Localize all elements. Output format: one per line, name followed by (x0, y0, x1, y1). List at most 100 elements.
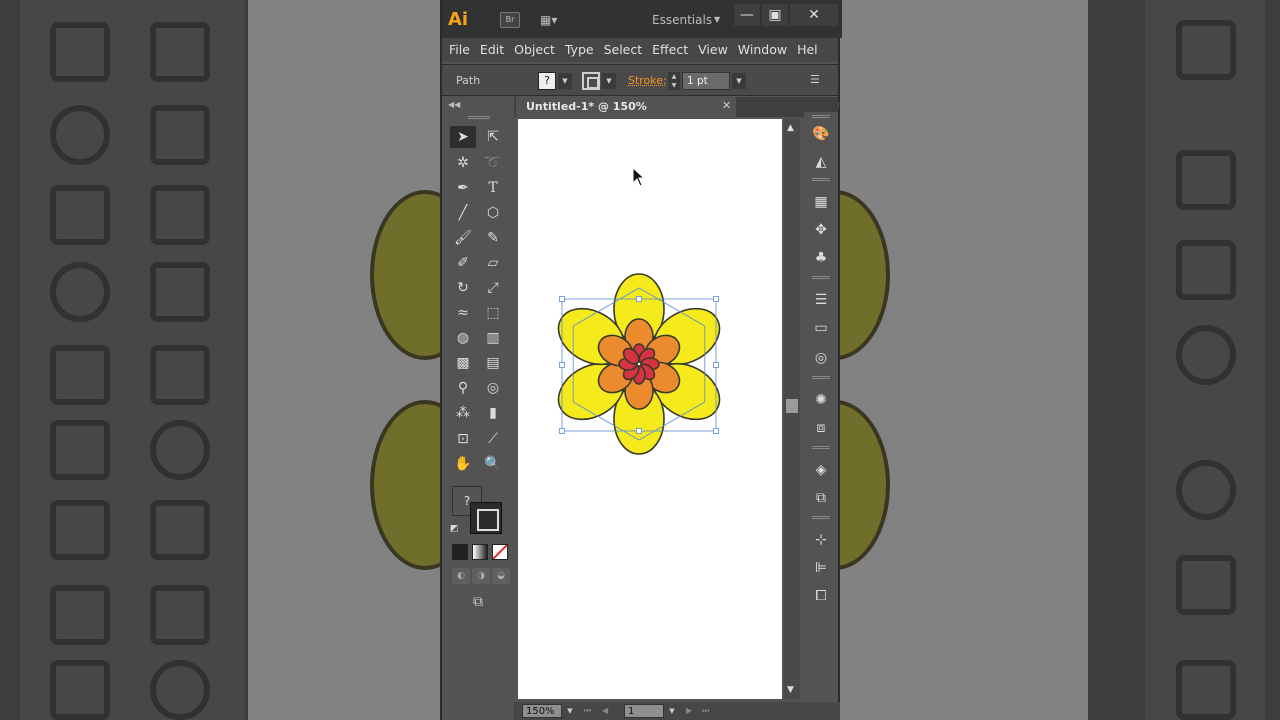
stroke-weight-field[interactable]: 1 pt (682, 72, 730, 90)
stroke-weight-dropdown-icon[interactable]: ▼ (732, 73, 746, 89)
resize-handle[interactable] (713, 428, 719, 434)
menu-object[interactable]: Object (509, 38, 560, 62)
menu-view[interactable]: View (693, 38, 733, 62)
panel-menu-icon[interactable]: ☰ (810, 73, 826, 89)
vertical-scrollbar[interactable]: ▲ ▼ (784, 119, 800, 699)
scroll-thumb[interactable] (786, 399, 798, 413)
magic-wand-tool-icon[interactable]: ✲ (450, 152, 476, 174)
draw-behind-icon[interactable]: ◑ (472, 568, 490, 584)
gradient-tool-icon[interactable]: ▤ (480, 352, 506, 374)
artboard-dropdown-icon[interactable]: ▼ (666, 704, 678, 718)
transparency-panel-icon[interactable]: ◎ (810, 348, 832, 368)
resize-handle[interactable] (636, 296, 642, 302)
artboard[interactable] (518, 119, 782, 699)
menu-window[interactable]: Window (733, 38, 792, 62)
arrange-documents-icon[interactable]: ▦▾ (540, 12, 568, 28)
shape-builder-tool-icon[interactable]: ◍ (450, 327, 476, 349)
line-tool-icon[interactable]: ╱ (450, 202, 476, 224)
flower-artwork[interactable] (518, 119, 782, 699)
blob-brush-tool-icon[interactable]: ✐ (450, 252, 476, 274)
stroke-dropdown-icon[interactable]: ▼ (602, 73, 616, 89)
resize-handle[interactable] (559, 428, 565, 434)
draw-normal-icon[interactable]: ◐ (452, 568, 470, 584)
color-panel-icon[interactable]: 🎨 (810, 124, 832, 144)
graphic-styles-icon[interactable]: ⧈ (810, 418, 832, 438)
panel-grip[interactable] (812, 376, 830, 379)
panel-grip[interactable] (812, 276, 830, 279)
pen-tool-icon[interactable]: ✒ (450, 177, 476, 199)
stroke-weight-stepper[interactable]: ▲ ▼ (668, 72, 680, 90)
scroll-up-icon[interactable]: ▲ (787, 123, 794, 133)
panel-grip[interactable] (812, 178, 830, 181)
gradient-panel-icon[interactable]: ▭ (810, 318, 832, 338)
paintbrush-tool-icon[interactable]: 🖌 (450, 227, 476, 249)
mesh-tool-icon[interactable]: ▩ (450, 352, 476, 374)
next-artboard-icon[interactable]: ▶ (686, 704, 692, 718)
transform-panel-icon[interactable]: ⊹ (810, 530, 832, 550)
default-colors-icon[interactable]: ◩ (450, 524, 462, 536)
zoom-dropdown-icon[interactable]: ▼ (564, 704, 576, 718)
close-button[interactable]: ✕ (790, 4, 838, 26)
menu-file[interactable]: File (442, 38, 475, 62)
last-artboard-icon[interactable]: ⏭ (702, 704, 709, 718)
artboard-tool-icon[interactable]: ⊡ (450, 428, 476, 450)
swatches-panel-icon[interactable]: ▦ (810, 192, 832, 212)
perspective-grid-tool-icon[interactable]: ▥ (480, 327, 506, 349)
align-panel-icon[interactable]: ⊫ (810, 558, 832, 578)
resize-handle[interactable] (636, 428, 642, 434)
gradient-mode-icon[interactable] (472, 544, 488, 560)
type-tool-icon[interactable]: T (480, 177, 506, 199)
menu-select[interactable]: Select (599, 38, 648, 62)
artboards-panel-icon[interactable]: ⧉ (810, 488, 832, 508)
menu-effect[interactable]: Effect (647, 38, 693, 62)
resize-handle[interactable] (713, 362, 719, 368)
eraser-tool-icon[interactable]: ▱ (480, 252, 506, 274)
resize-handle[interactable] (559, 296, 565, 302)
collapse-left-icon[interactable]: ◀◀ (448, 100, 460, 109)
slice-tool-icon[interactable]: ⟋ (480, 428, 506, 450)
symbols-panel-icon[interactable]: ♣ (810, 248, 832, 268)
zoom-tool-icon[interactable]: 🔍 (480, 453, 506, 475)
artboard-number-field[interactable]: 1 (624, 704, 664, 718)
menu-type[interactable]: Type (560, 38, 599, 62)
previous-artboard-icon[interactable]: ◀ (602, 704, 608, 718)
panel-grip[interactable] (468, 116, 490, 119)
layers-panel-icon[interactable]: ◈ (810, 460, 832, 480)
resize-handle[interactable] (713, 296, 719, 302)
stroke-panel-link[interactable]: Stroke: (628, 74, 667, 87)
rotate-tool-icon[interactable]: ↻ (450, 277, 476, 299)
tab-untitled-1[interactable]: Untitled-1* @ 150% (RGB/Preview) (516, 97, 736, 133)
free-transform-tool-icon[interactable]: ⬚ (480, 302, 506, 324)
menu-edit[interactable]: Edit (475, 38, 509, 62)
hand-tool-icon[interactable]: ✋ (450, 453, 476, 475)
chevron-down-icon[interactable]: ▼ (714, 15, 720, 24)
none-mode-icon[interactable] (492, 544, 508, 560)
column-graph-tool-icon[interactable]: ▮ (480, 402, 506, 424)
scroll-down-icon[interactable]: ▼ (787, 685, 794, 695)
panel-grip[interactable] (812, 446, 830, 449)
width-tool-icon[interactable]: ≈ (450, 302, 476, 324)
color-mode-icon[interactable] (452, 544, 468, 560)
eyedropper-tool-icon[interactable]: ⚲ (450, 377, 476, 399)
bridge-button[interactable]: Br (500, 12, 520, 28)
fill-color-swatch[interactable]: ? (538, 72, 556, 90)
scale-tool-icon[interactable]: ⤢ (480, 277, 506, 299)
pencil-tool-icon[interactable]: ✎ (480, 227, 506, 249)
blend-tool-icon[interactable]: ◎ (480, 377, 506, 399)
screen-mode-icon[interactable]: ⧉ (466, 592, 490, 612)
minimize-button[interactable]: — (734, 4, 760, 26)
draw-inside-icon[interactable]: ◒ (492, 568, 510, 584)
appearance-panel-icon[interactable]: ✺ (810, 390, 832, 410)
stroke-swatch[interactable] (470, 502, 502, 534)
direct-selection-tool-icon[interactable]: ⇱ (480, 126, 506, 148)
brushes-panel-icon[interactable]: ✥ (810, 220, 832, 240)
polygon-tool-icon[interactable]: ⬡ (480, 202, 506, 224)
workspace-switcher[interactable]: Essentials (652, 13, 712, 27)
maximize-button[interactable]: ▣ (762, 4, 788, 26)
color-guide-icon[interactable]: ◭ (810, 152, 832, 172)
panel-grip[interactable] (812, 115, 830, 118)
fill-dropdown-icon[interactable]: ▼ (558, 73, 572, 89)
symbol-sprayer-tool-icon[interactable]: ⁂ (450, 402, 476, 424)
menu-help[interactable]: Hel (792, 38, 823, 62)
pathfinder-panel-icon[interactable]: ⧠ (810, 586, 832, 606)
